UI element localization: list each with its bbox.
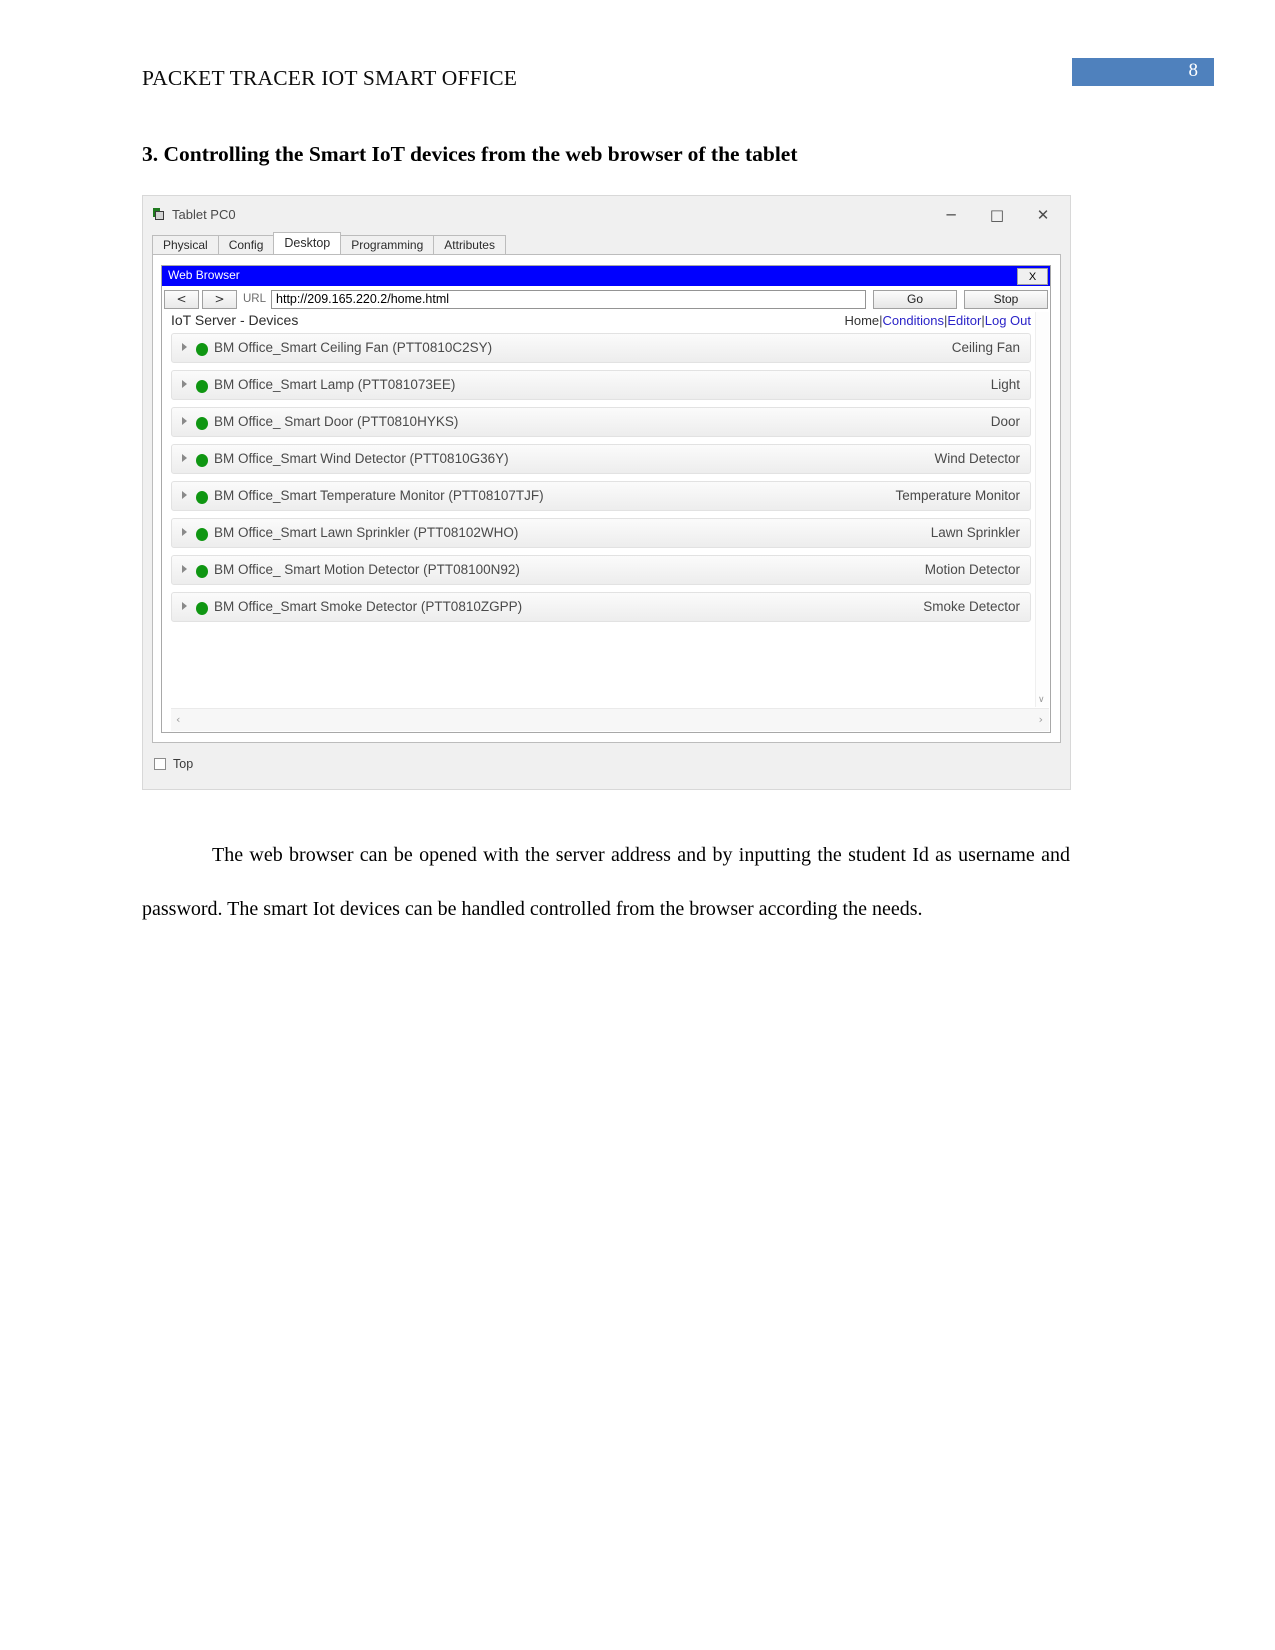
url-input[interactable]: http://209.165.220.2/home.html: [271, 289, 866, 309]
horizontal-scrollbar[interactable]: ‹ ›: [171, 708, 1049, 731]
vertical-scrollbar[interactable]: ∨: [1035, 312, 1049, 707]
tab-physical[interactable]: Physical: [152, 235, 219, 254]
section-heading: 3. Controlling the Smart IoT devices fro…: [142, 142, 798, 166]
status-indicator-icon: [196, 454, 208, 467]
device-type: Smoke Detector: [923, 599, 1020, 614]
device-name: BM Office_ Smart Door (PTT0810HYKS): [214, 414, 459, 429]
page-number-badge: 8: [1072, 58, 1214, 86]
nav-link-home[interactable]: Home: [844, 313, 879, 328]
browser-close-button[interactable]: X: [1017, 268, 1048, 285]
window-footer: Top: [143, 743, 1070, 789]
forward-button[interactable]: >: [202, 289, 237, 309]
table-row[interactable]: BM Office_ Smart Door (PTT0810HYKS) Door: [171, 407, 1031, 437]
page-title: IoT Server - Devices: [171, 312, 299, 328]
chevron-right-icon[interactable]: [182, 602, 187, 610]
tablet-window-screenshot: Tablet PC0 ─ □ ✕ Physical Config Desktop…: [142, 195, 1071, 790]
stop-button[interactable]: Stop: [964, 289, 1048, 309]
browser-page-content: IoT Server - Devices Home|Conditions|Edi…: [163, 312, 1049, 731]
table-row[interactable]: BM Office_ Smart Motion Detector (PTT081…: [171, 555, 1031, 585]
status-indicator-icon: [196, 417, 208, 430]
chevron-right-icon[interactable]: [182, 565, 187, 573]
document-header: PACKET TRACER IOT SMART OFFICE 8: [142, 58, 1214, 100]
status-indicator-icon: [196, 602, 208, 615]
url-label: URL: [243, 293, 267, 305]
device-name: BM Office_Smart Smoke Detector (PTT0810Z…: [214, 599, 523, 614]
page-number: 8: [1188, 60, 1199, 81]
device-name: BM Office_Smart Lawn Sprinkler (PTT08102…: [214, 525, 519, 540]
go-button[interactable]: Go: [873, 289, 957, 309]
packet-tracer-icon: [151, 206, 167, 222]
browser-toolbar: < > URL http://209.165.220.2/home.html G…: [164, 287, 1048, 311]
browser-title: Web Browser: [168, 268, 240, 282]
browser-titlebar: Web Browser X: [162, 266, 1050, 286]
table-row[interactable]: BM Office_Smart Wind Detector (PTT0810G3…: [171, 444, 1031, 474]
device-type: Ceiling Fan: [951, 340, 1020, 355]
body-paragraph: The web browser can be opened with the s…: [142, 828, 1070, 936]
device-type: Motion Detector: [924, 562, 1020, 577]
table-row[interactable]: BM Office_Smart Ceiling Fan (PTT0810C2SY…: [171, 333, 1031, 363]
device-name: BM Office_Smart Temperature Monitor (PTT…: [214, 488, 544, 503]
desktop-panel: Web Browser X < > URL http://209.165.220…: [152, 254, 1061, 743]
device-list: BM Office_Smart Ceiling Fan (PTT0810C2SY…: [171, 333, 1031, 706]
web-browser-window: Web Browser X < > URL http://209.165.220…: [161, 265, 1051, 733]
maximize-icon[interactable]: □: [974, 200, 1020, 230]
document-header-title: PACKET TRACER IOT SMART OFFICE: [142, 66, 518, 90]
status-indicator-icon: [196, 528, 208, 541]
status-indicator-icon: [196, 491, 208, 504]
iot-page-header: IoT Server - Devices Home|Conditions|Edi…: [163, 312, 1049, 332]
scroll-right-icon[interactable]: ›: [1039, 713, 1043, 726]
device-name: BM Office_Smart Wind Detector (PTT0810G3…: [214, 451, 509, 466]
scroll-down-icon[interactable]: ∨: [1038, 695, 1045, 705]
device-name: BM Office_ Smart Motion Detector (PTT081…: [214, 562, 520, 577]
back-button[interactable]: <: [164, 289, 199, 309]
device-type: Lawn Sprinkler: [930, 525, 1020, 540]
device-type: Wind Detector: [934, 451, 1020, 466]
device-type: Temperature Monitor: [895, 488, 1020, 503]
chevron-right-icon[interactable]: [182, 343, 187, 351]
status-indicator-icon: [196, 343, 208, 356]
chevron-right-icon[interactable]: [182, 417, 187, 425]
status-indicator-icon: [196, 380, 208, 393]
window-titlebar: Tablet PC0 ─ □ ✕: [143, 196, 1070, 233]
tab-programming[interactable]: Programming: [340, 235, 435, 254]
status-indicator-icon: [196, 565, 208, 578]
tab-strip: Physical Config Desktop Programming Attr…: [152, 232, 1061, 254]
window-title: Tablet PC0: [172, 207, 236, 222]
paragraph-text: The web browser can be opened with the s…: [142, 844, 1070, 920]
device-type: Door: [990, 414, 1020, 429]
nav-link-conditions[interactable]: Conditions: [883, 313, 944, 328]
nav-link-logout[interactable]: Log Out: [985, 313, 1031, 328]
window-controls: ─ □ ✕: [928, 196, 1066, 233]
top-checkbox-label: Top: [173, 757, 194, 771]
top-checkbox[interactable]: Top: [154, 757, 193, 771]
chevron-right-icon[interactable]: [182, 454, 187, 462]
tab-attributes[interactable]: Attributes: [433, 235, 506, 254]
chevron-right-icon[interactable]: [182, 491, 187, 499]
nav-link-editor[interactable]: Editor: [947, 313, 981, 328]
table-row[interactable]: BM Office_Smart Lamp (PTT081073EE) Light: [171, 370, 1031, 400]
chevron-right-icon[interactable]: [182, 528, 187, 536]
iot-page-nav: Home|Conditions|Editor|Log Out: [844, 313, 1031, 328]
checkbox-icon[interactable]: [154, 758, 166, 770]
table-row[interactable]: BM Office_Smart Lawn Sprinkler (PTT08102…: [171, 518, 1031, 548]
scroll-left-icon[interactable]: ‹: [176, 713, 180, 726]
table-row[interactable]: BM Office_Smart Smoke Detector (PTT0810Z…: [171, 592, 1031, 622]
table-row[interactable]: BM Office_Smart Temperature Monitor (PTT…: [171, 481, 1031, 511]
device-name: BM Office_Smart Lamp (PTT081073EE): [214, 377, 456, 392]
tab-config[interactable]: Config: [217, 235, 275, 254]
close-icon[interactable]: ✕: [1020, 200, 1066, 230]
tab-desktop[interactable]: Desktop: [273, 232, 342, 254]
minimize-icon[interactable]: ─: [928, 200, 974, 230]
device-type: Light: [990, 377, 1020, 392]
chevron-right-icon[interactable]: [182, 380, 187, 388]
device-name: BM Office_Smart Ceiling Fan (PTT0810C2SY…: [214, 340, 493, 355]
